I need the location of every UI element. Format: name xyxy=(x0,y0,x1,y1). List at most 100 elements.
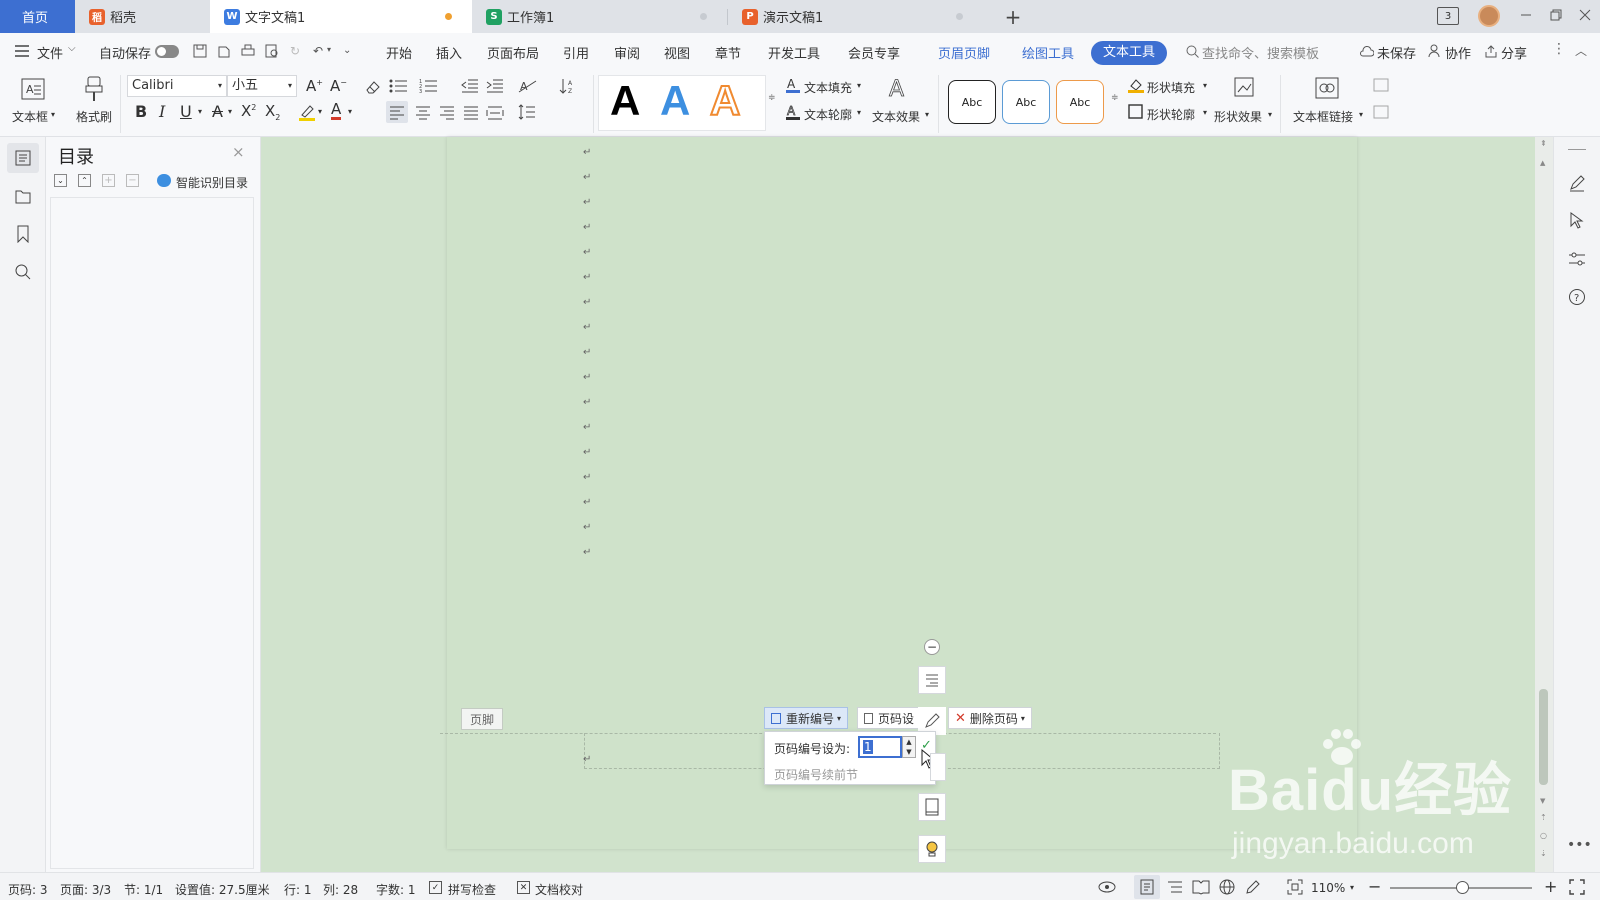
menu-dev-tools[interactable]: 开发工具 xyxy=(768,43,820,62)
zoom-dropdown-icon[interactable]: ▾ xyxy=(1350,883,1354,892)
highlight-dropdown-icon[interactable]: ▾ xyxy=(318,107,322,116)
wordart-blue[interactable]: A xyxy=(660,80,690,122)
shape-style-expand-icon[interactable]: ≑ xyxy=(1111,93,1119,103)
help-icon[interactable]: ? xyxy=(1567,287,1587,307)
text-effect-icon[interactable]: A xyxy=(886,75,910,101)
renumber-button[interactable]: 重新编号 ▾ xyxy=(764,707,849,729)
shape-effect-button[interactable]: 形状效果 xyxy=(1214,108,1262,125)
shrink-font-icon[interactable]: A− xyxy=(330,77,347,95)
search-nav-icon[interactable] xyxy=(13,262,33,282)
shape-effect-icon[interactable] xyxy=(1232,75,1258,101)
eye-protection-icon[interactable] xyxy=(1097,878,1117,896)
page-setup-icon[interactable] xyxy=(918,793,946,821)
textbox-link-dropdown-icon[interactable]: ▾ xyxy=(1359,110,1363,119)
text-effect-button[interactable]: 文本效果 xyxy=(872,108,920,125)
write-mode-icon[interactable] xyxy=(1244,878,1262,896)
textbox-link-icon[interactable] xyxy=(1313,75,1341,101)
menu-drawing-tools[interactable]: 绘图工具 xyxy=(1022,43,1074,62)
chevron-down-icon[interactable]: ⌵ xyxy=(68,43,76,54)
grow-font-icon[interactable]: A+ xyxy=(306,77,323,95)
chapter-nav-icon[interactable] xyxy=(13,186,33,206)
scroll-up-icon[interactable]: ▲ xyxy=(1540,159,1545,167)
print-icon[interactable] xyxy=(240,43,256,59)
bold-icon[interactable]: B xyxy=(135,102,147,121)
reading-view-icon[interactable] xyxy=(1192,878,1210,896)
next-page-icon[interactable]: ⇣ xyxy=(1540,849,1547,858)
subscript-icon[interactable]: X2 xyxy=(265,102,280,122)
hamburger-icon[interactable] xyxy=(14,44,30,58)
add-heading-icon[interactable]: + xyxy=(102,174,115,187)
textbox-icon[interactable]: A xyxy=(20,77,46,101)
text-direction-icon[interactable]: A xyxy=(517,77,539,95)
align-left-button[interactable] xyxy=(386,101,408,123)
font-size-select[interactable]: 小五 ▾ xyxy=(227,75,297,97)
page-number-stepper[interactable]: ▲ ▼ xyxy=(902,736,916,758)
scroll-top-icon[interactable]: ⇞ xyxy=(1540,139,1547,148)
font-color-icon[interactable]: A xyxy=(331,101,342,120)
zoom-level[interactable]: 110% xyxy=(1311,881,1345,895)
text-outline-button[interactable]: 文本轮廓 xyxy=(804,106,852,123)
textbox-button[interactable]: 文本框 xyxy=(12,108,48,125)
expand-all-icon[interactable]: ⌄ xyxy=(54,174,67,187)
unsaved-status[interactable]: 未保存 xyxy=(1377,43,1416,62)
autosave-toggle[interactable] xyxy=(155,45,179,58)
status-section[interactable]: 节: 1/1 xyxy=(124,881,163,898)
highlight-icon[interactable] xyxy=(297,102,317,122)
quick-access-more-icon[interactable]: ⌄ xyxy=(343,45,351,56)
text-outline-icon[interactable]: A xyxy=(785,104,801,120)
menu-start[interactable]: 开始 xyxy=(386,43,412,62)
wordart-black[interactable]: A xyxy=(610,80,640,122)
superscript-icon[interactable]: X2 xyxy=(241,102,256,120)
file-menu[interactable]: 文件 xyxy=(37,43,63,62)
fullscreen-icon[interactable] xyxy=(1568,878,1586,896)
doc-proof-button[interactable]: 文档校对 xyxy=(535,881,583,898)
underline-dropdown-icon[interactable]: ▾ xyxy=(198,107,202,116)
bookmark-icon[interactable] xyxy=(13,224,33,244)
delete-page-number-button[interactable]: ✕ 删除页码 ▾ xyxy=(948,707,1032,729)
undo-dropdown-icon[interactable]: ▾ xyxy=(327,45,331,54)
continue-previous-option[interactable]: 页码编号续前节 xyxy=(774,766,858,783)
redo-icon[interactable]: ↻ xyxy=(287,43,303,59)
collapse-ribbon-icon[interactable]: ︿ xyxy=(1575,42,1587,59)
outline-view-icon[interactable] xyxy=(7,143,39,173)
avatar[interactable] xyxy=(1478,5,1500,27)
textbox-link-button[interactable]: 文本框链接 xyxy=(1293,108,1353,125)
menu-page-layout[interactable]: 页面布局 xyxy=(487,43,539,62)
menu-text-tools[interactable]: 文本工具 xyxy=(1091,41,1167,65)
menu-references[interactable]: 引用 xyxy=(563,43,589,62)
command-search-input[interactable]: 查找命令、搜索模板 xyxy=(1202,43,1319,62)
close-toc-icon[interactable]: × xyxy=(232,143,245,161)
outline-view-button-icon[interactable] xyxy=(1166,878,1184,896)
line-spacing-icon[interactable] xyxy=(517,102,537,122)
page-number-settings-button[interactable]: 页码设 xyxy=(857,707,921,729)
smart-toc-button[interactable]: 智能识别目录 xyxy=(176,174,248,191)
spell-check-button[interactable]: 拼写检查 xyxy=(448,881,496,898)
header-footer-options-icon[interactable] xyxy=(918,666,946,694)
undo-icon[interactable]: ↶ xyxy=(310,43,326,59)
menu-header-footer[interactable]: 页眉页脚 xyxy=(938,43,990,62)
scroll-down-icon[interactable]: ▼ xyxy=(1540,797,1545,805)
status-row[interactable]: 行: 1 xyxy=(284,881,312,898)
minimize-icon[interactable] xyxy=(1517,6,1535,24)
text-fill-dropdown-icon[interactable]: ▾ xyxy=(857,81,861,90)
italic-icon[interactable]: I xyxy=(159,102,165,121)
select-cursor-icon[interactable] xyxy=(1567,211,1587,231)
format-painter-button[interactable]: 格式刷 xyxy=(76,108,112,125)
increase-indent-icon[interactable] xyxy=(485,77,505,95)
textbox-dropdown-icon[interactable]: ▾ xyxy=(51,110,55,119)
format-painter-icon[interactable] xyxy=(82,75,106,103)
tab-daoke[interactable]: 稻 稻壳 xyxy=(75,0,210,33)
menu-member[interactable]: 会员专享 xyxy=(848,43,900,62)
shape-style-black[interactable]: Abc xyxy=(948,80,996,124)
page-number-input[interactable]: 1 xyxy=(858,736,902,758)
pen-tool-icon[interactable] xyxy=(1567,173,1587,193)
partial-tool-icon[interactable] xyxy=(930,753,946,781)
shape-outline-dropdown-icon[interactable]: ▾ xyxy=(1203,108,1207,117)
settings-sliders-icon[interactable] xyxy=(1567,249,1587,269)
status-word-count[interactable]: 字数: 1 xyxy=(376,881,416,898)
more-vertical-icon[interactable]: ⋮ xyxy=(1552,41,1566,57)
text-outline-dropdown-icon[interactable]: ▾ xyxy=(857,108,861,117)
distribute-icon[interactable] xyxy=(485,102,505,122)
page-view-button[interactable] xyxy=(1134,875,1160,899)
collapse-all-icon[interactable]: ⌃ xyxy=(78,174,91,187)
